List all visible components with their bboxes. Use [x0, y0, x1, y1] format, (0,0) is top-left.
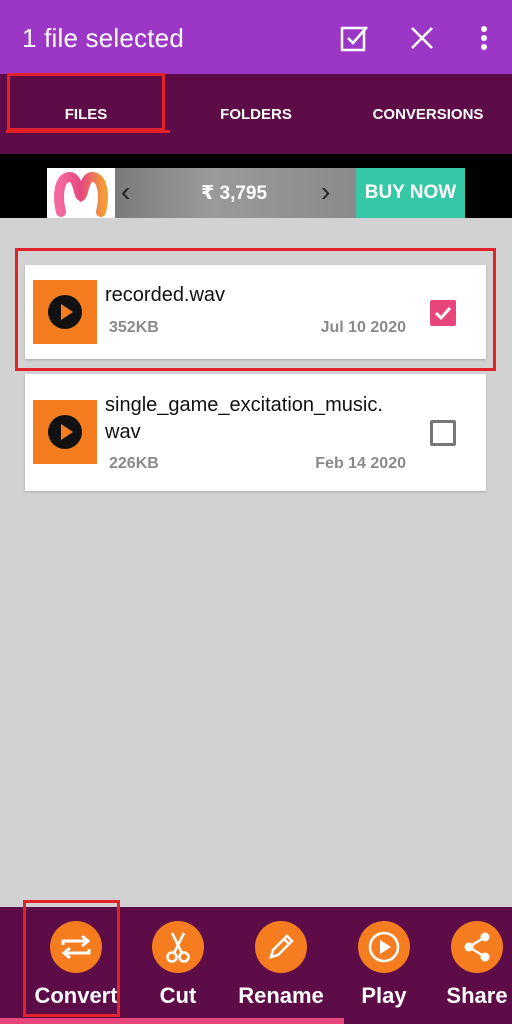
chevron-left-icon[interactable]: ‹ [121, 178, 130, 206]
play-icon [48, 415, 82, 449]
tab-folders[interactable]: FOLDERS [178, 74, 334, 154]
share-icon [451, 921, 503, 973]
share-button[interactable]: Share [426, 907, 512, 1024]
file-checkbox-unchecked[interactable] [430, 420, 456, 446]
rename-label: Rename [238, 983, 324, 1008]
tab-conversions[interactable]: CONVERSIONS [350, 74, 506, 154]
file-name: single_game_excitation_music. wav [105, 392, 383, 446]
file-name-line: single_game_excitation_music. [105, 394, 383, 416]
ad-content[interactable]: ‹ ₹ 3,795 › BUY NOW [47, 168, 465, 218]
select-all-icon[interactable] [336, 20, 372, 56]
pencil-icon [255, 921, 307, 973]
app-bar: 1 file selected [0, 0, 512, 74]
play-button[interactable]: Play [333, 907, 435, 1024]
cut-label: Cut [159, 983, 197, 1008]
files-tab-highlight [7, 73, 165, 131]
brand-logo [47, 168, 115, 218]
file-date: Feb 14 2020 [315, 455, 406, 472]
ad-price: ₹ 3,795 [201, 183, 268, 204]
scissors-icon [152, 921, 204, 973]
file-item[interactable]: single_game_excitation_music. wav 226KB … [25, 374, 486, 491]
rename-button[interactable]: Rename [230, 907, 332, 1024]
close-icon[interactable] [404, 20, 440, 56]
buy-now-button[interactable]: BUY NOW [356, 168, 465, 218]
selection-title: 1 file selected [22, 23, 184, 53]
ad-banner[interactable]: ‹ ₹ 3,795 › BUY NOW [0, 154, 512, 218]
more-vert-icon[interactable] [466, 20, 502, 56]
tab-indicator [6, 130, 170, 133]
share-label: Share [446, 983, 508, 1008]
play-label: Play [361, 983, 407, 1008]
play-circle-icon [358, 921, 410, 973]
progress-indicator [0, 1018, 344, 1024]
convert-highlight [23, 900, 120, 1017]
chevron-right-icon[interactable]: › [321, 178, 330, 206]
ad-product-strip: ‹ ₹ 3,795 › [115, 168, 356, 218]
file-size: 226KB [109, 455, 159, 472]
selected-file-highlight [15, 248, 496, 371]
audio-thumbnail [33, 400, 97, 464]
file-name-line: wav [105, 421, 141, 443]
cut-button[interactable]: Cut [127, 907, 229, 1024]
